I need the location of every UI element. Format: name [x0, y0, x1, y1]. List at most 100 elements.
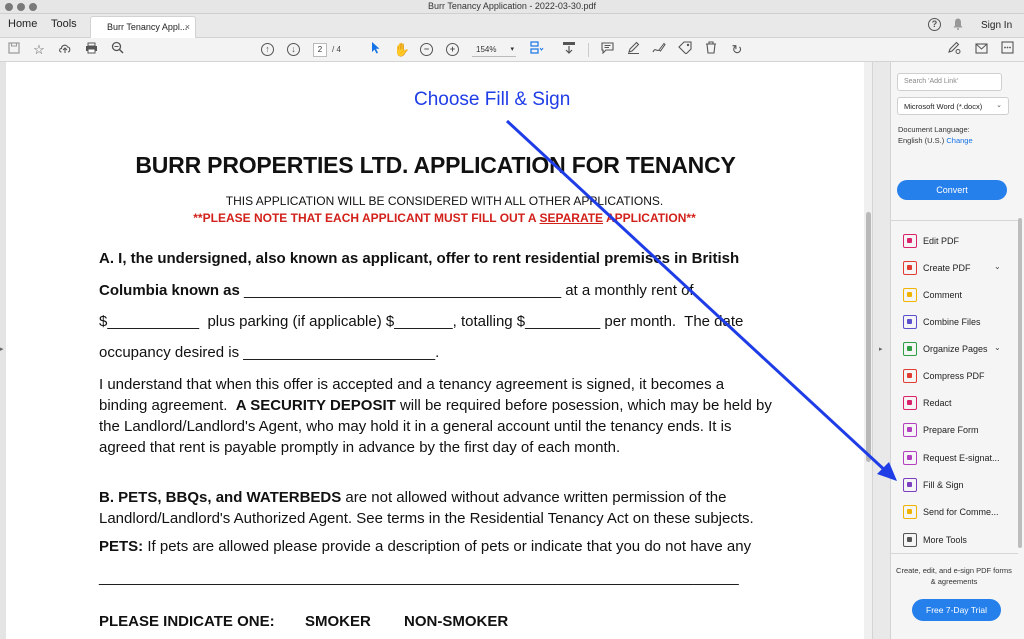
zoom-search-icon[interactable]	[108, 41, 126, 59]
previous-page-icon[interactable]: ↑	[261, 43, 274, 56]
tool-edit-pdf[interactable]: Edit PDF	[903, 233, 1017, 249]
section-b-heading: B. PETS, BBQs, and WATERBEDS	[99, 489, 342, 506]
document-warning: **PLEASE NOTE THAT EACH APPLICANT MUST F…	[6, 211, 872, 225]
edit-pdf-icon	[903, 234, 917, 248]
tool-label: More Tools	[923, 535, 967, 545]
more-options-icon[interactable]	[998, 41, 1016, 59]
section-b-line-1-rest: are not allowed without advance written …	[341, 489, 727, 506]
organize-pages-icon	[903, 342, 917, 356]
comment-icon	[903, 288, 917, 302]
panel-divider	[890, 553, 1018, 554]
section-b-line-2: Landlord/Landlord's Authorized Agent. Se…	[99, 510, 754, 527]
section-a-line-2-bold: Columbia known as	[99, 282, 240, 299]
convert-button[interactable]: Convert	[897, 180, 1007, 200]
hand-tool-icon[interactable]: ✋	[393, 41, 411, 59]
pets-text: If pets are allowed please provide a des…	[143, 538, 752, 555]
page-number-input[interactable]: 2	[313, 43, 327, 57]
warning-underlined: SEPARATE	[539, 211, 604, 225]
bookmark-star-icon[interactable]: ☆	[30, 41, 48, 59]
section-a-line-4: occupancy desired is ___________________…	[99, 344, 440, 361]
chevron-down-icon[interactable]: ⌄	[994, 262, 1001, 271]
save-icon[interactable]	[5, 41, 23, 59]
tool-label: Send for Comme...	[923, 507, 999, 517]
request-esignature-icon	[903, 451, 917, 465]
pets-line: PETS: If pets are allowed please provide…	[99, 538, 751, 555]
tool-label: Comment	[923, 290, 963, 300]
section-a-line-2: Columbia known as ______________________…	[99, 282, 694, 299]
free-trial-button[interactable]: Free 7-Day Trial	[912, 599, 1001, 621]
tool-label: Prepare Form	[923, 425, 979, 435]
upload-cloud-icon[interactable]	[56, 41, 74, 59]
warning-text-end: APPLICATION**	[603, 211, 696, 225]
tool-request-esignatures[interactable]: Request E-signat...	[903, 450, 1017, 466]
format-dropdown[interactable]: Microsoft Word (*.docx) ⌄	[897, 97, 1009, 115]
stamp-tag-icon[interactable]	[676, 41, 694, 59]
comment-icon[interactable]	[598, 41, 616, 59]
tab-home[interactable]: Home	[8, 18, 37, 30]
tool-label: Compress PDF	[923, 371, 985, 381]
tools-pane-scrollbar[interactable]	[1018, 218, 1022, 548]
tool-comment[interactable]: Comment	[903, 287, 1017, 303]
share-link-icon[interactable]	[945, 41, 963, 59]
email-icon[interactable]	[972, 41, 990, 59]
help-icon[interactable]: ?	[928, 18, 941, 31]
tool-label: Create PDF	[923, 263, 971, 273]
print-icon[interactable]	[82, 41, 100, 59]
right-pane-toggle[interactable]: ▸	[872, 62, 890, 639]
tool-fill-sign[interactable]: Fill & Sign	[903, 477, 1017, 493]
tool-create-pdf[interactable]: Create PDF ⌄	[903, 260, 1017, 276]
paragraph-line-3: the Landlord/Landlord's Agent, who may h…	[99, 418, 732, 435]
chevron-down-icon: ▾	[510, 46, 514, 53]
notification-bell-icon[interactable]	[953, 18, 963, 33]
document-language-value: English (U.S.)	[898, 136, 945, 145]
panel-divider	[890, 220, 1018, 221]
next-page-icon[interactable]: ↓	[287, 43, 300, 56]
paragraph-line-4: agreed that rent is payable promptly in …	[99, 439, 621, 456]
collapse-right-pane-icon[interactable]: ▸	[879, 345, 883, 353]
tool-compress-pdf[interactable]: Compress PDF	[903, 368, 1017, 384]
tool-redact[interactable]: Redact	[903, 395, 1017, 411]
zoom-out-icon[interactable]: −	[420, 43, 433, 56]
chevron-down-icon: ⌄	[996, 102, 1002, 109]
create-pdf-icon	[903, 261, 917, 275]
rotate-icon[interactable]: ↻	[728, 41, 746, 59]
document-scroll-thumb[interactable]	[866, 212, 871, 462]
tool-combine-files[interactable]: Combine Files	[903, 314, 1017, 330]
search-input[interactable]: Search 'Add Link'	[897, 73, 1002, 91]
combine-files-icon	[903, 315, 917, 329]
sign-in-link[interactable]: Sign In	[981, 20, 1012, 31]
section-a-line-3: $___________ plus parking (if applicable…	[99, 313, 744, 330]
redact-icon	[903, 396, 917, 410]
toolbar-divider	[588, 43, 589, 57]
indicate-label: PLEASE INDICATE ONE:	[99, 613, 275, 630]
tool-label: Request E-signat...	[923, 453, 1000, 463]
close-tab-icon[interactable]: ×	[185, 22, 190, 32]
page-display-icon[interactable]	[528, 41, 546, 59]
warning-text-start: **PLEASE NOTE THAT EACH APPLICANT MUST F…	[193, 211, 540, 225]
format-value: Microsoft Word (*.docx)	[904, 102, 983, 111]
document-view[interactable]: Choose Fill & Sign BURR PROPERTIES LTD. …	[6, 62, 872, 639]
window-titlebar: Burr Tenancy Application - 2022-03-30.pd…	[0, 0, 1024, 14]
document-language-row: English (U.S.) Change	[898, 136, 973, 145]
tool-organize-pages[interactable]: Organize Pages ⌄	[903, 341, 1017, 357]
trash-icon[interactable]	[702, 41, 720, 59]
chevron-down-icon[interactable]: ⌄	[994, 343, 1001, 352]
sign-pen-icon[interactable]	[650, 41, 668, 59]
page-total: / 4	[332, 45, 341, 54]
tool-more-tools[interactable]: More Tools	[903, 532, 1017, 548]
zoom-in-icon[interactable]: +	[446, 43, 459, 56]
expand-left-pane-icon[interactable]: ▸	[0, 345, 4, 353]
zoom-level-dropdown[interactable]: 154% ▾	[472, 43, 516, 57]
tool-prepare-form[interactable]: Prepare Form	[903, 422, 1017, 438]
tab-document[interactable]: Burr Tenancy Appl... ×	[90, 16, 196, 38]
tool-label: Organize Pages	[923, 344, 988, 354]
tool-send-for-comments[interactable]: Send for Comme...	[903, 504, 1017, 520]
tab-tools[interactable]: Tools	[51, 18, 77, 30]
highlight-pen-icon[interactable]	[624, 41, 642, 59]
change-language-link[interactable]: Change	[946, 136, 972, 145]
prepare-form-icon	[903, 423, 917, 437]
select-cursor-icon[interactable]	[367, 41, 385, 59]
pets-blank-line: ________________________________________…	[99, 569, 739, 586]
scroll-mode-icon[interactable]	[560, 41, 578, 59]
window-title: Burr Tenancy Application - 2022-03-30.pd…	[428, 1, 596, 11]
